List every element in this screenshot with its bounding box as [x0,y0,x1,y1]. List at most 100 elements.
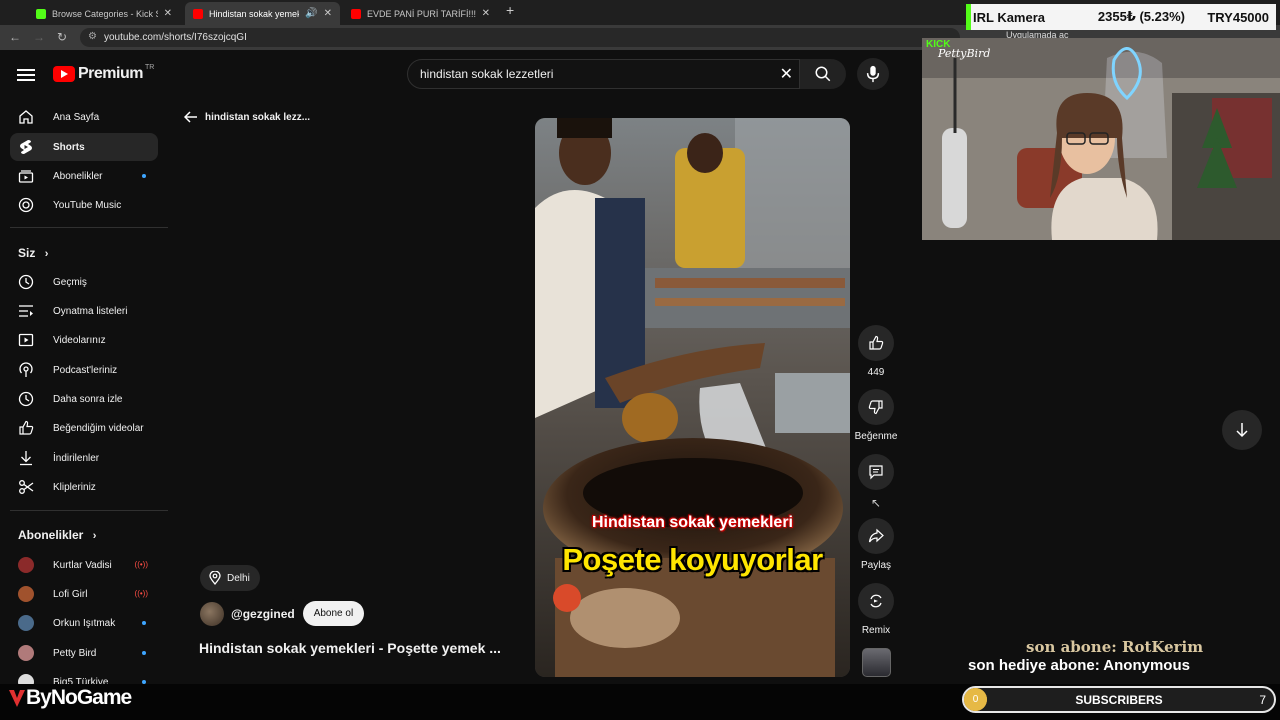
video-caption-top: Hindistan sokak yemekleri [592,514,793,531]
shorts-icon [18,139,34,155]
tab-title: Hindistan sokak yemekleri [209,8,299,19]
tab-audio-icon[interactable]: 🔊 [305,8,317,19]
dislike-button[interactable] [858,389,894,425]
youtube-play-icon [53,66,75,82]
sidebar-sub-kurtlar-vadisi[interactable]: Kurtlar Vadisi ((•)) [10,551,158,579]
sidebar-item-watch-later[interactable]: Daha sonra izle [10,385,158,413]
donation-ticker: IRL Kamera 2355₺ (5.23%) TRY45000 [966,4,1276,30]
tab-close-icon[interactable]: ✕ [482,8,490,19]
sidebar-item-downloads[interactable]: İndirilenler [10,444,158,472]
share-button[interactable] [858,518,894,554]
brand-text: ByNoGame [26,686,132,709]
back-arrow-icon[interactable]: ← [9,30,21,44]
last-subscriber: son abone: RotKerim [1026,638,1204,656]
forward-arrow-icon[interactable]: → [33,30,45,44]
share-label: Paylaş [860,560,891,571]
sidebar-sub-lofi-girl[interactable]: Lofi Girl ((•)) [10,580,158,608]
sidebar-item-subscriptions[interactable]: Abonelikler [10,162,158,190]
sidebar-sub-big5-turkiye[interactable]: Big5 Türkiye [10,668,158,685]
comments-button[interactable] [858,454,894,490]
sidebar-you-heading[interactable]: Siz › [18,246,48,260]
sidebar-item-youtube-music[interactable]: YouTube Music [10,191,158,219]
site-info-icon[interactable]: ⚙ [88,31,97,42]
logo-text: Premium [78,65,143,82]
avatar [18,557,34,573]
tab-close-icon[interactable]: ✕ [324,8,332,19]
bynogame-logo: ByNoGame [8,686,132,710]
live-icon: ((•)) [134,560,148,569]
clear-search-icon[interactable]: ✕ [780,64,793,84]
new-content-dot [142,651,146,655]
channel-name[interactable]: @gezgined [231,607,295,621]
tab-title: EVDE PANİ PURİ TARİFİ!!! HİNDİ [367,8,476,19]
sidebar-item-history[interactable]: Geçmiş [10,268,158,296]
sidebar-item-label: Ana Sayfa [53,111,100,123]
sidebar-item-clips[interactable]: Klipleriniz [10,473,158,501]
liked-icon [18,420,34,436]
url-field[interactable]: ⚙ youtube.com/shorts/I76szojcqGI [80,28,960,47]
sidebar-sub-orkun-isitmak[interactable]: Orkun Işıtmak [10,609,158,637]
tab-close-icon[interactable]: ✕ [164,8,172,19]
sidebar-item-label: Orkun Işıtmak [53,617,116,629]
reload-icon[interactable]: ↻ [57,30,67,44]
sidebar-item-label: Lofi Girl [53,588,88,600]
ticker-name: IRL Kamera [973,9,1046,25]
sidebar-divider [10,227,168,228]
thumbs-down-icon [868,400,883,415]
new-tab-button[interactable]: + [506,2,514,18]
like-action: 449 [853,325,899,378]
sidebar-item-label: İndirilenler [53,452,100,464]
sidebar-item-your-videos[interactable]: Videolarınız [10,326,158,354]
location-chip[interactable]: Delhi [200,565,260,591]
youtube-favicon-icon [351,8,361,19]
sidebar-item-podcasts[interactable]: Podcast'leriniz [10,356,158,384]
scissors-icon [18,479,34,495]
playlists-icon [18,303,34,319]
home-icon [18,109,34,125]
browser-tab-kick[interactable]: Browse Categories - Kick Stream ✕ [28,2,180,25]
browser-tab-youtube-2[interactable]: EVDE PANİ PURİ TARİFİ!!! HİNDİ ✕ [343,2,498,25]
youtube-premium-logo[interactable]: Premium TR [53,64,154,83]
short-video-player[interactable]: Hindistan sokak yemekleri Poşete koyuyor… [535,118,850,677]
menu-hamburger-icon[interactable] [17,66,35,82]
back-to-search-button[interactable]: hindistan sokak lezz... [184,111,310,123]
sidebar-item-home[interactable]: Ana Sayfa [10,103,158,131]
avatar [18,586,34,602]
search-button[interactable] [800,59,846,89]
channel-row: @gezgined Abone ol [200,601,365,626]
sound-thumbnail[interactable] [862,648,891,677]
search-input[interactable]: hindistan sokak lezzetleri ✕ [407,59,800,89]
comments-action: ↖ [853,454,899,510]
sidebar-item-label: Geçmiş [53,276,87,288]
back-arrow-icon [184,111,197,123]
sidebar-item-shorts[interactable]: Shorts [10,133,158,161]
thumbs-up-icon [869,335,884,350]
next-short-button[interactable] [1222,410,1262,450]
sidebar-item-label: Klipleriniz [53,481,96,493]
back-label: hindistan sokak lezz... [205,111,311,123]
channel-avatar[interactable] [200,601,224,626]
chevron-right-icon: › [44,248,49,260]
sidebar-sub-petty-bird[interactable]: Petty Bird [10,639,158,667]
voice-search-button[interactable] [857,58,889,90]
browser-tab-youtube-active[interactable]: Hindistan sokak yemekleri 🔊 ✕ [185,2,340,25]
sidebar-item-liked-videos[interactable]: Beğendiğim videolar [10,414,158,442]
like-button[interactable] [858,325,894,361]
sidebar-item-label: YouTube Music [53,199,122,211]
sidebar-item-playlists[interactable]: Oynatma listeleri [10,297,158,325]
subscribe-button[interactable]: Abone ol [302,601,365,626]
location-label: Delhi [227,572,250,584]
dislike-action: Beğenme [853,389,899,442]
remix-button[interactable] [858,583,894,619]
sidebar-item-label: Beğendiğim videolar [53,422,144,434]
last-gift-sub: son hediye abone: Anonymous [968,657,1190,674]
sidebar-subscriptions-heading[interactable]: Abonelikler › [18,528,96,542]
subscriber-goal-bar: 0 SUBSCRIBERS 7 [962,686,1276,713]
remix-action: Remix [853,583,899,636]
history-icon [18,274,34,290]
new-content-dot [142,621,146,625]
search-icon [815,66,831,82]
short-title[interactable]: Hindistan sokak yemekleri - Poşette yeme… [199,640,504,656]
ticker-goal: TRY45000 [1207,9,1269,25]
location-pin-icon [209,571,221,585]
